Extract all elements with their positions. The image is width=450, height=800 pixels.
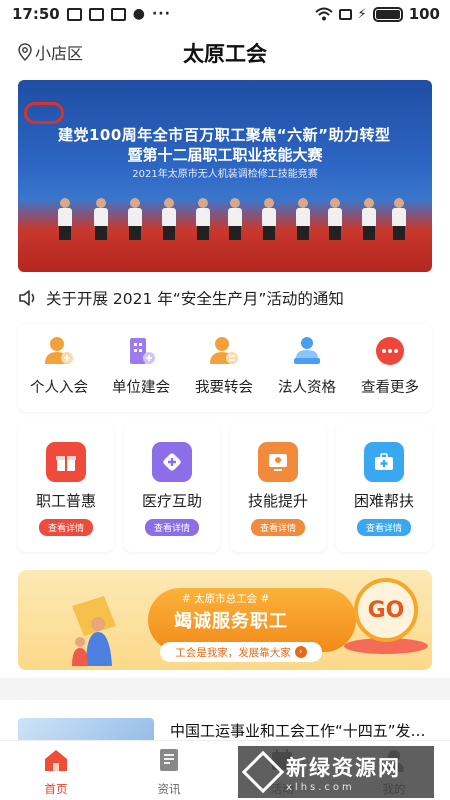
quick-actions-card: 个人入会 单位建会 我要转会 法人资格 查看更多 xyxy=(18,324,432,412)
banner-person xyxy=(58,198,72,240)
arrow-right-icon: › xyxy=(294,646,307,658)
quick-action-label: 查看更多 xyxy=(361,380,419,396)
service-card-benefits[interactable]: 职工普惠 查看详情 xyxy=(18,424,114,552)
status-time: 17:50 xyxy=(12,5,60,23)
family-illustration-icon xyxy=(72,596,116,666)
quick-action-label: 法人资格 xyxy=(278,380,336,396)
aid-kit-icon xyxy=(364,442,404,482)
watermark-logo-icon xyxy=(241,750,285,794)
notice-bar[interactable]: 关于开展 2021 年“安全生产月”活动的通知 xyxy=(18,285,432,311)
banner-subtitle: 2021年太原市无人机装调检修工技能竞赛 xyxy=(132,169,318,180)
gift-icon xyxy=(46,442,86,482)
banner-person xyxy=(328,198,342,240)
quick-action-personal-join[interactable]: 个人入会 xyxy=(18,324,100,412)
tab-label: 资讯 xyxy=(157,782,181,796)
legal-person-icon xyxy=(290,334,324,368)
promo-main-text: 竭诚服务职工 xyxy=(174,611,288,632)
view-details-button[interactable]: 查看详情 xyxy=(144,519,199,536)
view-details-button[interactable]: 查看详情 xyxy=(38,519,93,536)
tab-home[interactable]: 首页 xyxy=(26,747,86,797)
page-title: 太原工会 xyxy=(183,42,267,66)
service-label: 技能提升 xyxy=(247,492,308,510)
banner-person xyxy=(392,198,406,240)
watermark: 新绿资源网 xlhs.com xyxy=(238,746,434,798)
banner-title-line2: 暨第十二届职工职业技能大赛 xyxy=(127,146,323,164)
chat-icon: ● xyxy=(132,6,145,22)
service-card-medical[interactable]: 医疗互助 查看详情 xyxy=(124,424,220,552)
service-label: 医疗互助 xyxy=(141,492,202,510)
quick-action-legal-person[interactable]: 法人资格 xyxy=(266,324,348,412)
go-badge[interactable]: GO xyxy=(354,578,418,642)
banner-person xyxy=(162,198,176,240)
notification-icon xyxy=(66,7,82,21)
status-bar: 17:50 ● ··· ⚡ 100 xyxy=(0,0,450,28)
building-icon xyxy=(124,334,158,368)
tab-label: 首页 xyxy=(44,782,68,796)
promo-sub-text: 工会是我家，发展靠大家 xyxy=(175,646,291,659)
service-card-skills[interactable]: 技能提升 查看详情 xyxy=(230,424,326,552)
promo-sub-button[interactable]: 工会是我家，发展靠大家 › xyxy=(160,642,322,662)
skill-icon xyxy=(258,442,298,482)
banner-person xyxy=(196,198,210,240)
more-notifications-icon: ··· xyxy=(151,6,171,22)
service-card-hardship-aid[interactable]: 困难帮扶 查看详情 xyxy=(336,424,432,552)
battery-percent: 100 xyxy=(408,5,440,23)
quick-action-label: 我要转会 xyxy=(195,380,253,396)
watermark-name: 新绿资源网 xyxy=(286,755,401,780)
quick-action-label: 个人入会 xyxy=(30,380,88,396)
service-label: 职工普惠 xyxy=(35,492,96,510)
banner-carousel[interactable]: 建党100周年全市百万职工聚焦“六新”助力转型 暨第十二届职工职业技能大赛 20… xyxy=(18,80,432,272)
mail-icon xyxy=(110,7,126,21)
news-app-icon xyxy=(88,7,104,21)
banner-title-line1: 建党100周年全市百万职工聚焦“六新”助力转型 xyxy=(58,126,391,144)
person-join-icon xyxy=(42,334,76,368)
quick-action-unit-build[interactable]: 单位建会 xyxy=(100,324,182,412)
person-transfer-icon xyxy=(207,334,241,368)
quick-action-more[interactable]: 查看更多 xyxy=(349,324,431,412)
sim-icon xyxy=(338,8,352,20)
medical-icon xyxy=(152,442,192,482)
banner-person xyxy=(228,198,242,240)
banner-person xyxy=(262,198,276,240)
promo-small-text: # 太原市总工会 # xyxy=(182,593,270,605)
speaker-icon xyxy=(19,290,35,306)
view-details-button[interactable]: 查看详情 xyxy=(250,519,305,536)
banner-person xyxy=(296,198,310,240)
charging-icon: ⚡ xyxy=(357,6,367,22)
app-header: 小店区 太原工会 xyxy=(0,28,450,78)
banner-person xyxy=(128,198,142,240)
home-icon xyxy=(45,750,67,771)
battery-icon xyxy=(372,6,403,22)
event-logo-icon xyxy=(24,102,64,124)
tab-news[interactable]: 资讯 xyxy=(139,747,199,797)
quick-action-label: 单位建会 xyxy=(112,380,170,396)
quick-action-transfer[interactable]: 我要转会 xyxy=(183,324,265,412)
more-icon xyxy=(373,334,407,368)
banner-person xyxy=(94,198,108,240)
wifi-icon xyxy=(314,7,333,21)
service-label: 困难帮扶 xyxy=(353,492,414,510)
watermark-url: xlhs.com xyxy=(286,781,355,793)
news-title: 中国工运事业和工会工作“十四五”发展规划 xyxy=(170,722,438,740)
news-icon xyxy=(160,749,178,771)
promo-banner[interactable]: # 太原市总工会 # 竭诚服务职工 工会是我家，发展靠大家 › GO xyxy=(18,570,432,670)
banner-person xyxy=(362,198,376,240)
battery-level xyxy=(375,9,400,19)
view-details-button[interactable]: 查看详情 xyxy=(356,519,411,536)
banner-photo-people xyxy=(58,188,412,268)
notice-text: 关于开展 2021 年“安全生产月”活动的通知 xyxy=(46,290,344,308)
